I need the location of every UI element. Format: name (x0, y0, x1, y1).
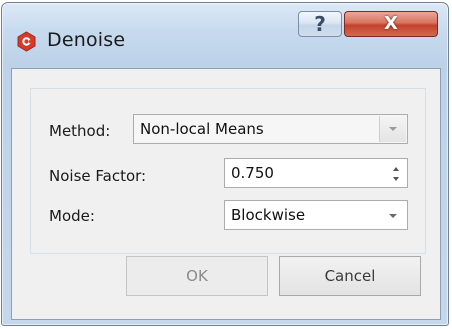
noise-factor-value: 0.750 (231, 164, 274, 182)
noise-factor-spinbox[interactable]: 0.750 (224, 158, 408, 188)
spin-up-icon[interactable] (393, 167, 399, 171)
help-button[interactable]: ? (298, 11, 342, 37)
method-dropdown-button[interactable] (379, 116, 406, 142)
window-title: Denoise (47, 29, 126, 51)
ok-button[interactable]: OK (126, 256, 268, 296)
close-button[interactable]: X (344, 11, 438, 37)
chevron-down-icon[interactable] (389, 214, 397, 218)
settings-group: Method: Non-local Means Noise Factor: 0.… (30, 88, 426, 254)
method-label: Method: (49, 122, 111, 140)
denoise-dialog: Denoise ? X Method: Non-local Means Nois… (1, 2, 449, 326)
chevron-down-icon (389, 127, 397, 131)
noise-factor-label: Noise Factor: (49, 167, 147, 185)
method-value: Non-local Means (140, 120, 264, 138)
cancel-button[interactable]: Cancel (279, 256, 421, 296)
spin-down-icon[interactable] (393, 177, 399, 181)
help-icon: ? (314, 12, 326, 36)
mode-value: Blockwise (231, 206, 306, 224)
mode-label: Mode: (49, 207, 95, 225)
mode-dropdown[interactable]: Blockwise (224, 200, 408, 230)
method-dropdown[interactable]: Non-local Means (133, 114, 408, 144)
app-logo-icon (17, 31, 36, 52)
dialog-client-area: Method: Non-local Means Noise Factor: 0.… (11, 68, 441, 320)
close-icon: X (384, 13, 398, 34)
